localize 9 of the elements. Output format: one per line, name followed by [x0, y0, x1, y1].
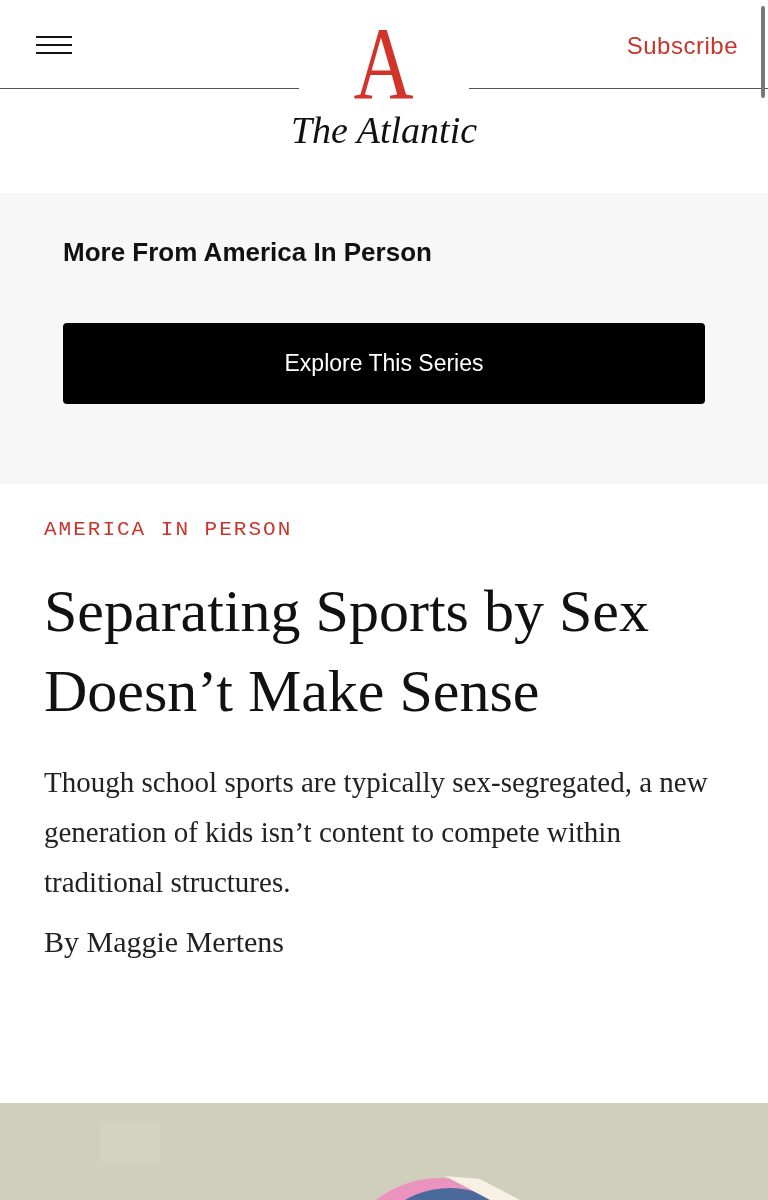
- series-title: More From America In Person: [63, 237, 433, 268]
- section-label[interactable]: AMERICA IN PERSON: [44, 518, 724, 541]
- explore-button[interactable]: Explore This Series: [63, 323, 705, 404]
- logo-name[interactable]: The Atlantic: [290, 106, 478, 154]
- headline: Separating Sports by Sex Doesn’t Make Sense: [44, 577, 650, 726]
- subheadline: Though school sports are typically sex-segregated, a new generation of kids isn’t content to compete within traditional structures.: [44, 765, 709, 900]
- logo-letter[interactable]: A: [353, 22, 415, 106]
- byline: By Maggie Mertens: [44, 925, 285, 959]
- subscribe-link[interactable]: Subscribe: [626, 32, 738, 60]
